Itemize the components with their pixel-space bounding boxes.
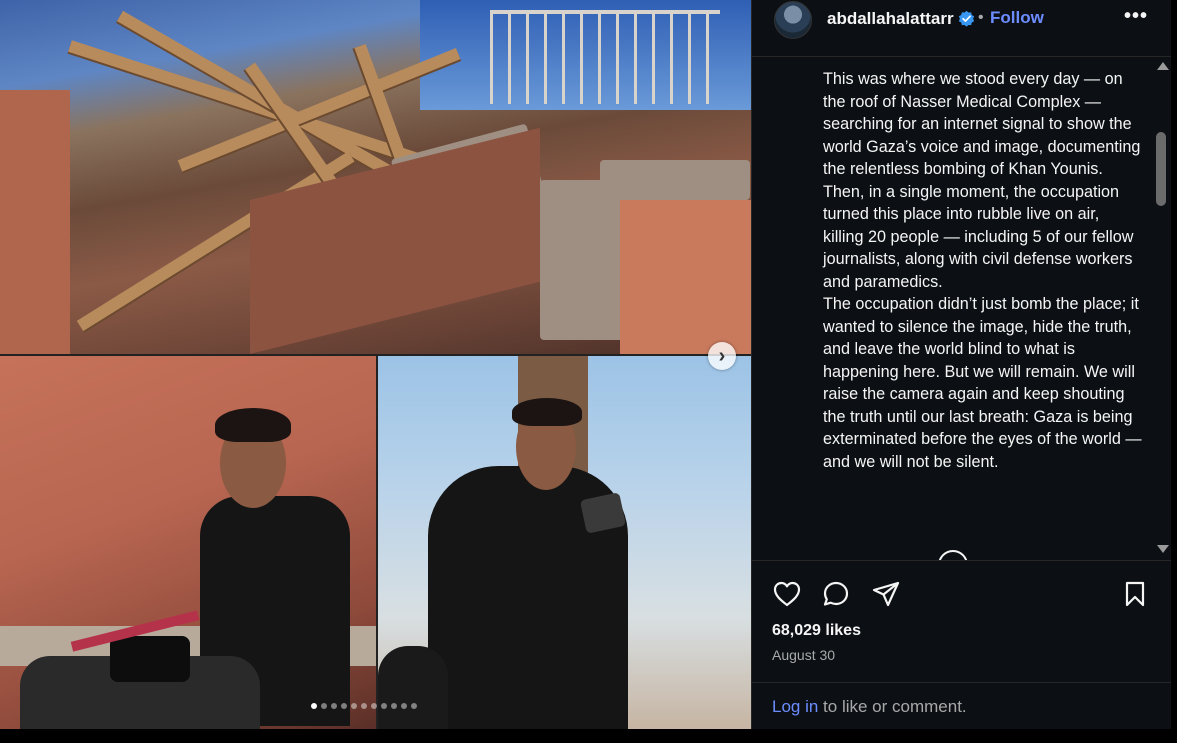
post-date[interactable]: August 30 <box>772 647 835 663</box>
carousel-next-button[interactable]: › <box>708 342 736 370</box>
scroll-down-arrow-icon[interactable] <box>1157 545 1169 553</box>
carousel-dot <box>381 703 387 709</box>
post-header: abdallahalattarr • Follow ••• <box>752 0 1171 57</box>
separator-dot: • <box>978 9 984 26</box>
carousel-dot <box>331 703 337 709</box>
chevron-right-icon: › <box>718 344 726 367</box>
photo-wall <box>0 90 70 354</box>
carousel-dot <box>361 703 367 709</box>
more-options-icon[interactable]: ••• <box>1124 4 1148 28</box>
post-side-panel: abdallahalattarr • Follow ••• This was w… <box>752 0 1171 729</box>
window-bottom-edge <box>0 729 1177 743</box>
photo-man-phone <box>378 356 751 729</box>
share-send-icon[interactable] <box>871 579 901 609</box>
photo-concrete <box>540 180 630 340</box>
actions-divider <box>752 560 1171 561</box>
photo-concrete <box>600 160 750 200</box>
carousel-dot <box>341 703 347 709</box>
follow-button[interactable]: Follow <box>990 8 1044 28</box>
photo-person-bg <box>378 646 448 729</box>
carousel-dots <box>311 703 417 709</box>
photo-wall <box>620 200 751 354</box>
avatar[interactable] <box>774 1 812 39</box>
post-caption: This was where we stood every day — on t… <box>823 70 1142 471</box>
photo-camera <box>110 636 190 682</box>
photo-hair <box>215 408 291 442</box>
instagram-post-window: › abdallahalattarr • Follow ••• This was… <box>0 0 1177 743</box>
login-divider <box>752 682 1171 683</box>
save-bookmark-icon[interactable] <box>1120 579 1150 609</box>
carousel-dot <box>411 703 417 709</box>
comment-avatar-partial <box>938 550 968 560</box>
login-link[interactable]: Log in <box>772 697 818 716</box>
login-prompt-text: to like or comment. <box>818 697 967 716</box>
comment-bubble-icon[interactable] <box>821 579 851 609</box>
carousel-dot <box>371 703 377 709</box>
carousel-dot <box>351 703 357 709</box>
login-prompt: Log in to like or comment. <box>772 697 967 717</box>
photo-railing <box>490 10 720 104</box>
username-link[interactable]: abdallahalattarr <box>827 9 954 29</box>
scroll-up-arrow-icon[interactable] <box>1157 62 1169 70</box>
photo-man-sitting <box>0 356 376 729</box>
post-media-carousel[interactable]: › <box>0 0 751 729</box>
like-heart-icon[interactable] <box>772 579 802 609</box>
window-edge <box>1171 0 1177 743</box>
carousel-dot <box>321 703 327 709</box>
photo-rubble-roof <box>0 0 751 354</box>
carousel-dot <box>401 703 407 709</box>
likes-count[interactable]: 68,029 likes <box>772 622 861 640</box>
carousel-dot <box>391 703 397 709</box>
carousel-dot <box>311 703 317 709</box>
verified-badge-icon <box>958 10 975 27</box>
caption-scroll-area[interactable]: This was where we stood every day — on t… <box>752 57 1171 560</box>
photo-hair <box>512 398 582 426</box>
scrollbar-thumb[interactable] <box>1156 132 1166 206</box>
